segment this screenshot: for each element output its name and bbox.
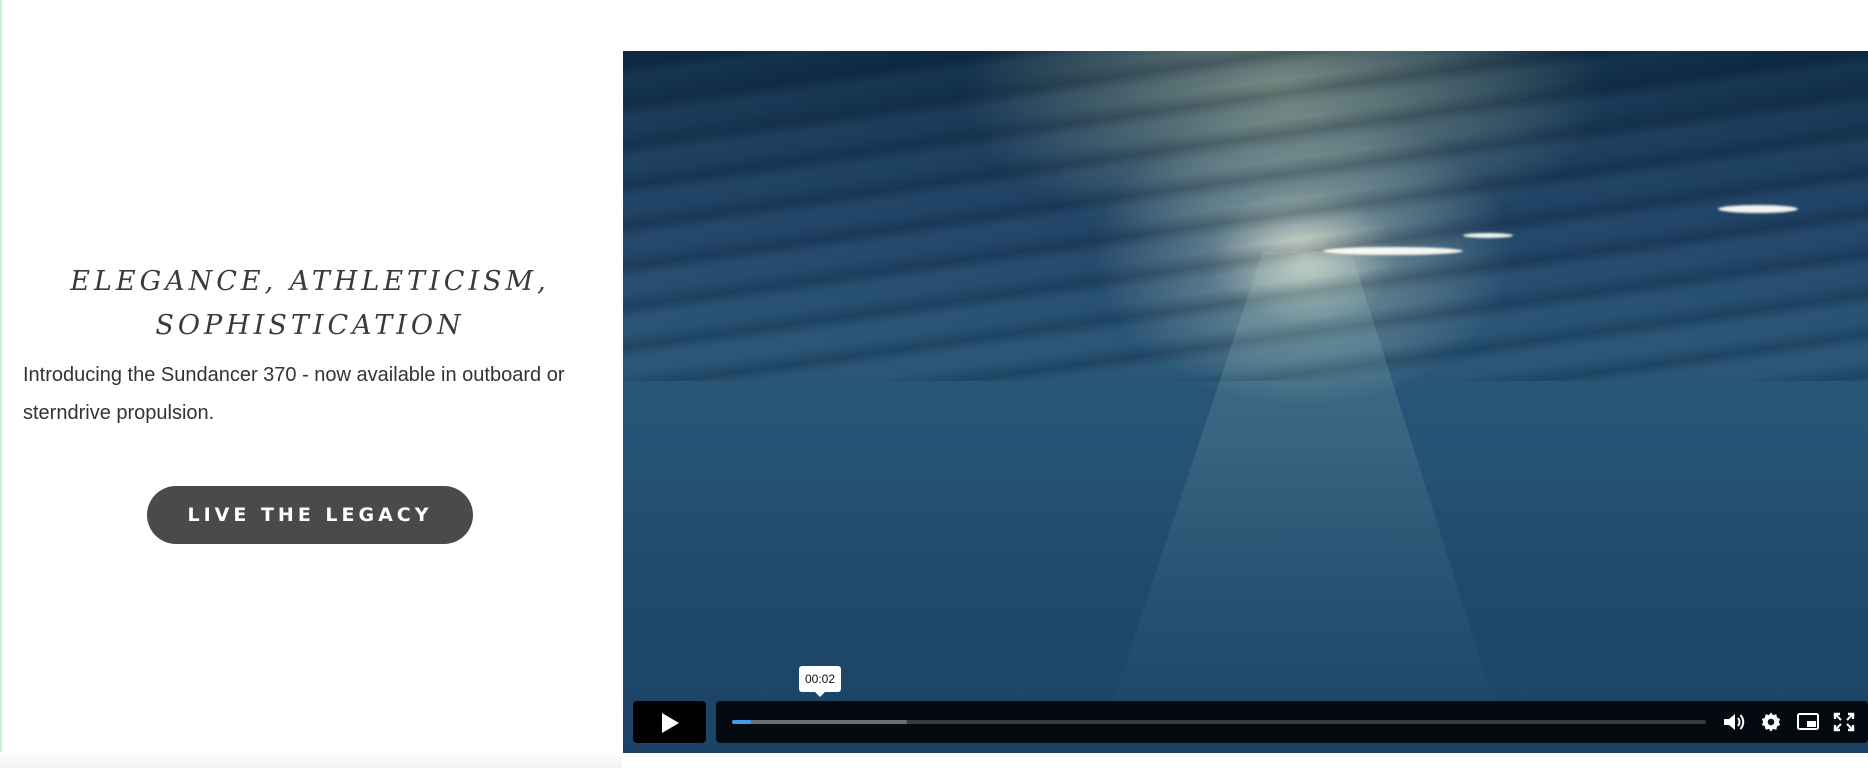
section-bottom-shadow (0, 752, 622, 768)
video-player[interactable]: 00:02 (623, 51, 1868, 753)
volume-icon[interactable] (1722, 711, 1746, 733)
progress-bar[interactable] (732, 720, 1706, 724)
play-icon (662, 713, 679, 733)
video-light-glint (1323, 247, 1463, 255)
video-controls: 00:02 (633, 666, 1868, 745)
gear-icon[interactable] (1759, 711, 1783, 733)
page-left-border (0, 0, 2, 768)
hero-text-panel: ELEGANCE, ATHLETICISM, SOPHISTICATION In… (20, 260, 600, 432)
video-control-bar: 00:02 (716, 666, 1868, 743)
progress-buffered (732, 720, 908, 724)
progress-played (732, 720, 752, 724)
hero-description: Introducing the Sundancer 370 - now avai… (23, 364, 565, 424)
hero-headline: ELEGANCE, ATHLETICISM, SOPHISTICATION (70, 266, 550, 341)
live-the-legacy-button[interactable]: LIVE THE LEGACY (147, 486, 473, 544)
fullscreen-icon[interactable] (1832, 711, 1856, 733)
play-button[interactable] (633, 701, 706, 743)
picture-in-picture-icon[interactable] (1796, 711, 1820, 733)
video-light-glint (1463, 233, 1513, 238)
current-time-tooltip: 00:02 (799, 666, 842, 697)
video-light-glint (1718, 205, 1798, 213)
